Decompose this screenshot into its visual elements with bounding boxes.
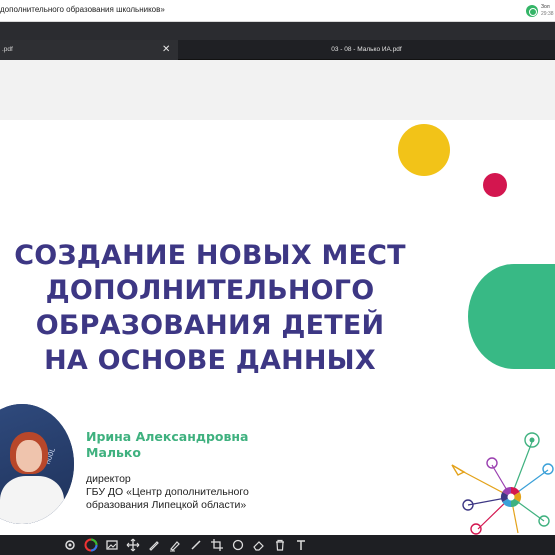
status-icon — [526, 5, 538, 17]
speaker-position: директор ГБУ ДО «Центр дополнительного о… — [86, 473, 249, 512]
top-toolbar — [0, 22, 555, 40]
gear-icon[interactable] — [62, 537, 78, 553]
tab-bar: .pdf ✕ 03 - 08 - Малько ИА.pdf — [0, 40, 555, 60]
slide-page: СОЗДАНИЕ НОВЫХ МЕСТ ДОПОЛНИТЕЛЬНОГО ОБРА… — [0, 120, 555, 535]
speaker-photo: HOOL — [0, 404, 74, 524]
pen-icon[interactable] — [146, 537, 162, 553]
move-icon[interactable] — [125, 537, 141, 553]
speaker-role-line: ГБУ ДО «Центр дополнительного — [86, 486, 249, 498]
user-status[interactable]: Зол 29:38 — [526, 3, 555, 19]
speaker-name-line: Ирина Александровна — [86, 429, 249, 444]
eraser-icon[interactable] — [251, 537, 267, 553]
image-icon[interactable] — [104, 537, 120, 553]
title-bar: дополнительного образования школьников» … — [0, 0, 555, 22]
slide-title-line: СОЗДАНИЕ НОВЫХ МЕСТ — [14, 240, 406, 271]
slide-title-line: НА ОСНОВЕ ДАННЫХ — [44, 345, 376, 376]
green-circle-decoration — [468, 264, 555, 369]
speaker-role-line: образования Липецкой области» — [86, 499, 247, 511]
slide-title: СОЗДАНИЕ НОВЫХ МЕСТ ДОПОЛНИТЕЛЬНОГО ОБРА… — [0, 238, 420, 378]
speaker-name: Ирина Александровна Малько — [86, 429, 248, 461]
text-icon[interactable] — [293, 537, 309, 553]
slide-title-line: ОБРАЗОВАНИЯ ДЕТЕЙ — [35, 310, 385, 341]
close-icon[interactable]: ✕ — [162, 40, 170, 60]
shape-icon[interactable] — [230, 537, 246, 553]
viewer-background — [0, 60, 555, 120]
slide-title-line: ДОПОЛНИТЕЛЬНОГО — [45, 275, 375, 306]
user-name: Зол — [541, 4, 550, 10]
tab-document-1[interactable]: .pdf ✕ — [0, 40, 178, 60]
yellow-circle-decoration — [398, 124, 450, 176]
line-icon[interactable] — [188, 537, 204, 553]
speaker-name-line: Малько — [86, 445, 142, 460]
color-wheel-icon[interactable] — [83, 537, 99, 553]
tab-label: .pdf — [2, 46, 13, 53]
face — [16, 440, 42, 472]
tab-label: 03 - 08 - Малько ИА.pdf — [331, 46, 402, 53]
window-title: дополнительного образования школьников» — [0, 5, 165, 14]
activity-network-illustration — [451, 432, 554, 535]
annotation-toolbar — [0, 535, 555, 555]
highlighter-icon[interactable] — [167, 537, 183, 553]
app-window: дополнительного образования школьников» … — [0, 0, 555, 555]
timer: 29:38 — [541, 11, 554, 17]
tab-document-2[interactable]: 03 - 08 - Малько ИА.pdf — [178, 40, 555, 60]
speaker-role-line: директор — [86, 473, 131, 485]
crop-icon[interactable] — [209, 537, 225, 553]
blouse — [0, 476, 64, 524]
pink-circle-decoration — [483, 173, 507, 197]
trash-icon[interactable] — [272, 537, 288, 553]
